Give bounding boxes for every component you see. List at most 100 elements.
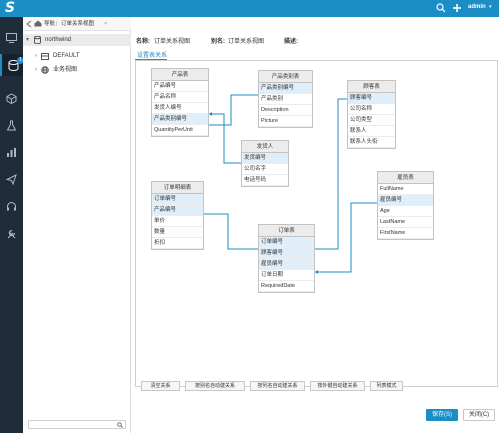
table-employees[interactable]: 雇员表 FullName 雇员编号 Age LastName FirstName bbox=[377, 171, 434, 240]
table-shippers[interactable]: 发货人 发货编号 公司名字 电话号码 bbox=[241, 140, 289, 187]
table-field[interactable]: Age bbox=[378, 206, 433, 217]
name-value[interactable]: 订单关系视图 bbox=[154, 36, 190, 45]
table-title[interactable]: 发货人 bbox=[242, 141, 288, 153]
table-field[interactable]: 公司名称 bbox=[348, 104, 395, 115]
tab-separator: | bbox=[56, 21, 58, 27]
table-field[interactable]: FullName bbox=[378, 184, 433, 195]
tree-search[interactable] bbox=[28, 420, 126, 429]
close-button[interactable]: 关闭(C) bbox=[463, 409, 495, 421]
table-field[interactable]: QuantityPerUnit bbox=[152, 125, 208, 136]
rail-monitor[interactable] bbox=[0, 27, 23, 49]
table-field[interactable]: 雇员编号 bbox=[378, 195, 433, 206]
tree-item-business-view[interactable]: › 业务视图 bbox=[23, 64, 131, 76]
rail-send[interactable] bbox=[0, 168, 23, 190]
table-field[interactable]: 折扣 bbox=[152, 238, 203, 249]
table-field[interactable]: Description bbox=[259, 105, 312, 116]
list-mode-button[interactable]: 列表模式 bbox=[370, 381, 403, 391]
link-employee-order bbox=[315, 202, 377, 273]
table-field[interactable]: 产品编号 bbox=[152, 81, 208, 92]
search-icon[interactable] bbox=[436, 3, 446, 13]
table-title[interactable]: 顾客表 bbox=[348, 81, 395, 93]
tab-bar: 导航 | 订单关系视图 × bbox=[23, 17, 131, 31]
rail-data[interactable]: 1 bbox=[0, 54, 24, 76]
table-field[interactable]: 发货人编号 bbox=[152, 103, 208, 114]
collapse-icon[interactable] bbox=[26, 20, 32, 28]
table-field[interactable]: LastName bbox=[378, 217, 433, 228]
rail-tools[interactable] bbox=[0, 222, 23, 244]
chevron-down-icon[interactable]: ▾ bbox=[489, 4, 492, 10]
table-field[interactable]: 雇员编号 bbox=[259, 259, 314, 270]
table-title[interactable]: 订单明细表 bbox=[152, 182, 203, 194]
table-orders[interactable]: 订单表 订单编号 顾客编号 雇员编号 订单日期 RequiredDate bbox=[258, 224, 315, 293]
table-field[interactable]: 联系人 bbox=[348, 126, 395, 137]
save-button[interactable]: 保存(S) bbox=[426, 409, 458, 421]
monitor-icon bbox=[6, 33, 17, 43]
globe-icon bbox=[41, 66, 49, 74]
app-logo: S bbox=[5, 0, 16, 16]
table-field[interactable]: 数量 bbox=[152, 227, 203, 238]
alias-value[interactable]: 订单关系视图 bbox=[228, 36, 264, 45]
top-bar: S admin ▾ bbox=[0, 0, 499, 17]
tree-item-label: 业务视图 bbox=[53, 67, 78, 73]
table-products[interactable]: 产品表 产品编号 产品名称 发货人编号 产品类别编号 QuantityPerUnit bbox=[151, 68, 209, 137]
table-field[interactable]: 订单编号 bbox=[152, 194, 203, 205]
tab-nav[interactable]: 导航 bbox=[44, 17, 55, 31]
table-field[interactable]: 产品类别 bbox=[259, 94, 312, 105]
table-field[interactable]: 产品类别编号 bbox=[259, 83, 312, 94]
cube-icon bbox=[6, 93, 17, 104]
rail-flask[interactable] bbox=[0, 114, 23, 136]
relation-canvas[interactable]: 产品表 产品编号 产品名称 发货人编号 产品类别编号 QuantityPerUnit 产品类… bbox=[135, 60, 498, 387]
rail-cube[interactable] bbox=[0, 87, 23, 109]
description-label: 描述: bbox=[284, 39, 298, 45]
chevron-right-icon[interactable]: › bbox=[35, 50, 37, 62]
rail-headset[interactable] bbox=[0, 195, 23, 217]
chevron-down-icon[interactable]: ▾ bbox=[26, 34, 29, 46]
table-field[interactable]: Picture bbox=[259, 116, 312, 127]
auto-by-alias-button[interactable]: 按别名自动建关系 bbox=[185, 381, 245, 391]
link-product-shipper bbox=[209, 113, 241, 164]
tab-set-relations[interactable]: 设置表关系 bbox=[137, 50, 167, 59]
table-field[interactable]: 产品编号 bbox=[152, 205, 203, 216]
link-detail-order bbox=[204, 213, 258, 250]
table-field[interactable]: 产品名称 bbox=[152, 92, 208, 103]
database-icon bbox=[34, 36, 41, 44]
arrow-marker bbox=[209, 112, 212, 116]
table-field[interactable]: 单价 bbox=[152, 216, 203, 227]
home-icon[interactable] bbox=[34, 20, 42, 27]
tree-item-northwind[interactable]: ▾ northwind bbox=[23, 34, 131, 46]
tab-current-view[interactable]: 订单关系视图 bbox=[61, 17, 94, 31]
tree-search-input[interactable] bbox=[31, 421, 116, 428]
table-field[interactable]: RequiredDate bbox=[259, 281, 314, 292]
table-customers[interactable]: 顾客表 顾客编号 公司名称 公司类型 联系人 联系人头衔 bbox=[347, 80, 396, 149]
table-field[interactable]: FirstName bbox=[378, 228, 433, 239]
add-icon[interactable] bbox=[452, 3, 462, 13]
table-field[interactable]: 联系人头衔 bbox=[348, 137, 395, 148]
table-title[interactable]: 雇员表 bbox=[378, 172, 433, 184]
table-field[interactable]: 公司名字 bbox=[242, 164, 288, 175]
auto-by-fk-button[interactable]: 按外键自动建关系 bbox=[310, 381, 365, 391]
rail-chart[interactable] bbox=[0, 141, 23, 163]
table-product-categories[interactable]: 产品类别表 产品类别编号 产品类别 Description Picture bbox=[258, 70, 313, 128]
table-field[interactable]: 订单日期 bbox=[259, 270, 314, 281]
search-icon[interactable] bbox=[117, 422, 123, 428]
close-tab-icon[interactable]: × bbox=[104, 17, 107, 31]
table-field[interactable]: 电话号码 bbox=[242, 175, 288, 186]
table-field[interactable]: 产品类别编号 bbox=[152, 114, 208, 125]
chevron-right-icon[interactable]: › bbox=[35, 64, 37, 76]
auto-by-column-button[interactable]: 按列名自动建关系 bbox=[250, 381, 305, 391]
table-field[interactable]: 顾客编号 bbox=[348, 93, 395, 104]
table-field[interactable]: 发货编号 bbox=[242, 153, 288, 164]
tree-root-label: northwind bbox=[45, 37, 72, 43]
user-menu[interactable]: admin bbox=[468, 4, 486, 10]
table-field[interactable]: 公司类型 bbox=[348, 115, 395, 126]
table-order-details[interactable]: 订单明细表 订单编号 产品编号 单价 数量 折扣 bbox=[151, 181, 204, 250]
table-title[interactable]: 订单表 bbox=[259, 225, 314, 237]
table-field[interactable]: 订单编号 bbox=[259, 237, 314, 248]
table-title[interactable]: 产品类别表 bbox=[259, 71, 312, 83]
clear-relations-button[interactable]: 清空关系 bbox=[141, 381, 180, 391]
link-product-category bbox=[209, 94, 258, 126]
table-field[interactable]: 顾客编号 bbox=[259, 248, 314, 259]
table-title[interactable]: 产品表 bbox=[152, 69, 208, 81]
tree-item-default[interactable]: › DEFAULT bbox=[23, 50, 131, 62]
name-label: 名称: bbox=[136, 39, 150, 45]
